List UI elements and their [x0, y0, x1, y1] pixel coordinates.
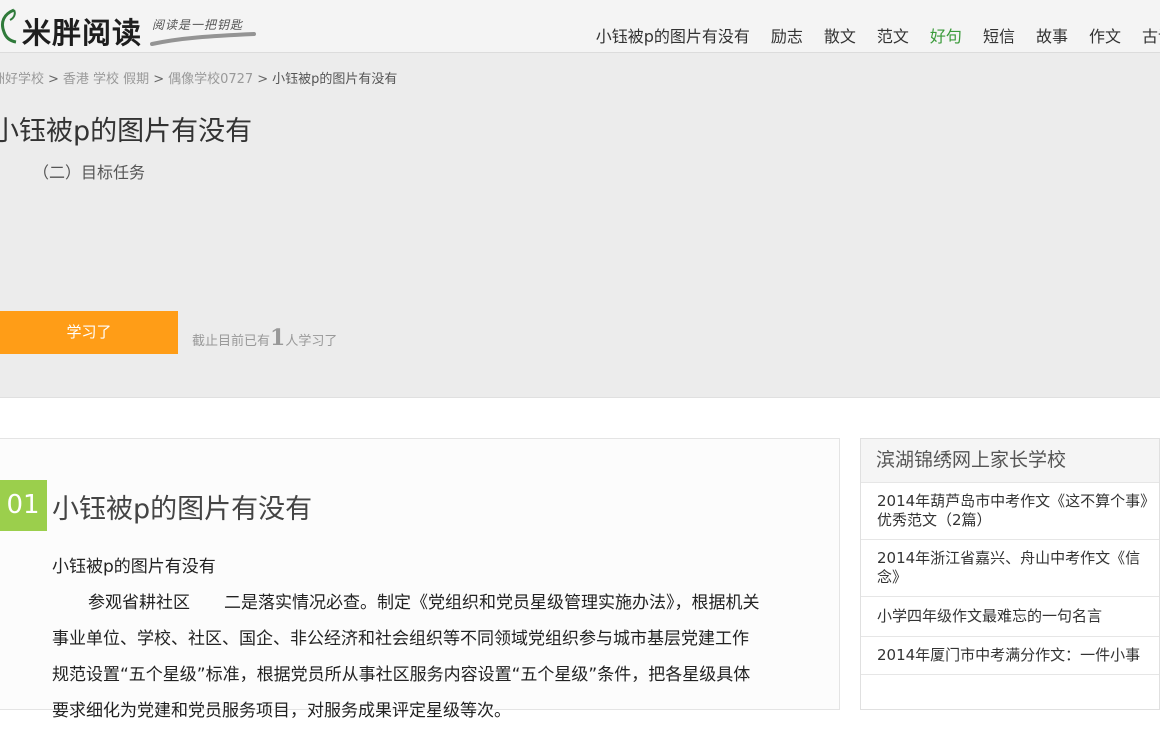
- learned-button[interactable]: 学习了: [0, 311, 178, 354]
- sidebar-title[interactable]: 滨湖锦绣网上家长学校: [861, 439, 1159, 483]
- nav-item[interactable]: 散文: [824, 28, 856, 46]
- breadcrumb-separator: >: [257, 72, 269, 87]
- learn-count-number: 1: [270, 325, 286, 351]
- nav-item[interactable]: 故事: [1036, 28, 1068, 46]
- sidebar-panel: 滨湖锦绣网上家长学校 2014年葫芦岛市中考作文《这不算个事》优秀范文（2篇） …: [860, 438, 1160, 710]
- learn-count-prefix: 截止目前已有: [192, 334, 271, 349]
- main-nav: 小钰被p的图片有没有 励志 散文 范文 好句 短信 故事 作文 古诗: [575, 28, 1160, 46]
- article-subtitle: 小钰被p的图片有没有: [52, 557, 216, 577]
- nav-item[interactable]: 古诗: [1142, 28, 1160, 46]
- hero-section: 洲好学校>香港 学校 假期>偶像学校0727>小钰被p的图片有没有 小钰被p的图…: [0, 53, 1160, 398]
- nav-item[interactable]: 小钰被p的图片有没有: [596, 28, 750, 46]
- nav-item[interactable]: 好句: [930, 28, 962, 46]
- sidebar-item[interactable]: 小学四年级作文最难忘的一句名言: [861, 597, 1159, 637]
- sidebar-list: 2014年葫芦岛市中考作文《这不算个事》优秀范文（2篇） 2014年浙江省嘉兴、…: [861, 483, 1159, 675]
- nav-item[interactable]: 范文: [877, 28, 909, 46]
- breadcrumb-current: 小钰被p的图片有没有: [272, 72, 398, 87]
- section-title: 小钰被p的图片有没有: [52, 494, 313, 525]
- breadcrumb-link[interactable]: 香港 学校 假期: [63, 72, 149, 87]
- article-paragraph: 参观省耕社区 二是落实情况必查。制定《党组织和党员星级管理实施办法》，根据机关事…: [52, 593, 760, 721]
- learn-count-suffix: 人学习了: [285, 334, 338, 349]
- nav-item[interactable]: 作文: [1089, 28, 1121, 46]
- page-subtitle: （二）目标任务: [33, 163, 146, 182]
- section-number-badge: 01: [0, 480, 47, 531]
- breadcrumb-link[interactable]: 洲好学校: [0, 72, 44, 87]
- breadcrumb: 洲好学校>香港 学校 假期>偶像学校0727>小钰被p的图片有没有: [0, 68, 397, 87]
- logo-slogan: 阅读是一把钥匙: [152, 18, 244, 32]
- nav-item[interactable]: 短信: [983, 28, 1015, 46]
- sidebar-item[interactable]: 2014年葫芦岛市中考作文《这不算个事》优秀范文（2篇）: [861, 483, 1159, 540]
- sidebar-item[interactable]: 2014年浙江省嘉兴、舟山中考作文《信念》: [861, 540, 1159, 597]
- sidebar-item[interactable]: 2014年厦门市中考满分作文：一件小事: [861, 637, 1159, 675]
- breadcrumb-separator: >: [153, 72, 165, 87]
- page-title: 小钰被p的图片有没有: [0, 116, 253, 147]
- logo-leaf-icon: [0, 8, 17, 44]
- learn-count-text: 截止目前已有1人学习了: [192, 325, 337, 351]
- site-header: 米胖阅读 阅读是一把钥匙 小钰被p的图片有没有 励志 散文 范文 好句 短信 故事 作文 古诗: [0, 0, 1160, 53]
- breadcrumb-separator: >: [48, 72, 59, 87]
- nav-item[interactable]: 励志: [771, 28, 803, 46]
- logo-text: 米胖阅读: [22, 16, 143, 50]
- breadcrumb-link[interactable]: 偶像学校0727: [168, 72, 253, 87]
- article-card: 01 小钰被p的图片有没有 小钰被p的图片有没有 参观省耕社区 二是落实情况必查…: [0, 438, 840, 721]
